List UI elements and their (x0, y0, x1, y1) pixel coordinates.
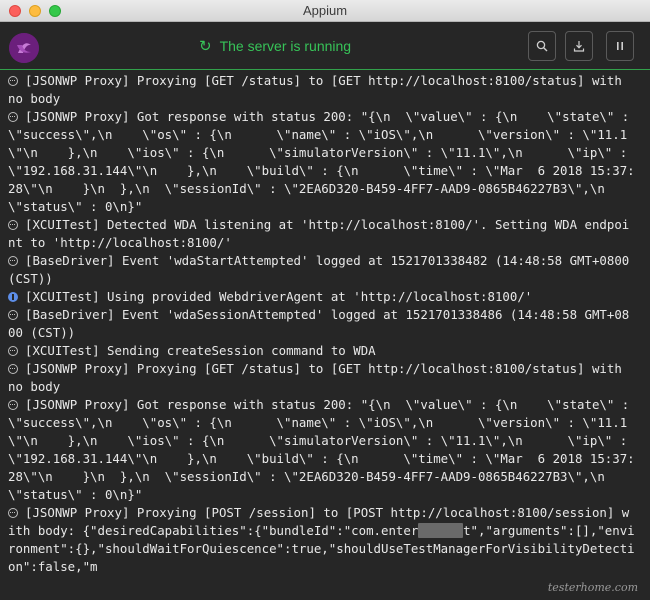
log-line: [JSONWP Proxy] Proxying [GET /status] to… (8, 361, 630, 394)
search-logs-button[interactable] (528, 31, 556, 61)
server-log[interactable]: [JSONWP Proxy] Proxying [GET /status] to… (0, 70, 650, 600)
debug-icon (8, 76, 18, 86)
download-logs-button[interactable] (565, 31, 593, 61)
debug-icon (8, 310, 18, 320)
download-icon (573, 41, 585, 52)
search-icon (536, 40, 548, 52)
log-line: [JSONWP Proxy] Proxying [GET /status] to… (8, 73, 630, 106)
toolbar: ↻ The server is running (0, 22, 650, 70)
log-line: [JSONWP Proxy] Proxying [POST /session] … (8, 505, 635, 574)
watermark: testerhome.com (547, 581, 638, 594)
debug-icon (8, 220, 18, 230)
refresh-icon: ↻ (199, 37, 212, 55)
log-line: [BaseDriver] Event 'wdaStartAttempted' l… (8, 253, 637, 286)
info-icon (8, 292, 18, 302)
server-status-label: The server is running (219, 38, 352, 54)
log-line: [JSONWP Proxy] Got response with status … (8, 397, 637, 502)
debug-icon (8, 256, 18, 266)
debug-icon (8, 112, 18, 122)
appium-logo (9, 33, 39, 63)
pause-icon (617, 42, 623, 50)
server-status: ↻ The server is running (199, 37, 351, 55)
log-line: [XCUITest] Detected WDA listening at 'ht… (8, 217, 630, 250)
debug-icon (8, 364, 18, 374)
window-titlebar: Appium (0, 0, 650, 22)
debug-icon (8, 508, 18, 518)
log-line: [JSONWP Proxy] Got response with status … (8, 109, 637, 214)
redacted-text: xxxxxx (418, 523, 464, 538)
log-line: [XCUITest] Sending createSession command… (8, 342, 636, 360)
debug-icon (8, 346, 18, 356)
window-title: Appium (302, 3, 348, 18)
log-line: [XCUITest] Using provided WebdriverAgent… (8, 288, 636, 306)
log-line: [BaseDriver] Event 'wdaSessionAttempted'… (8, 307, 630, 340)
pause-server-button[interactable] (606, 31, 634, 61)
debug-icon (8, 400, 18, 410)
